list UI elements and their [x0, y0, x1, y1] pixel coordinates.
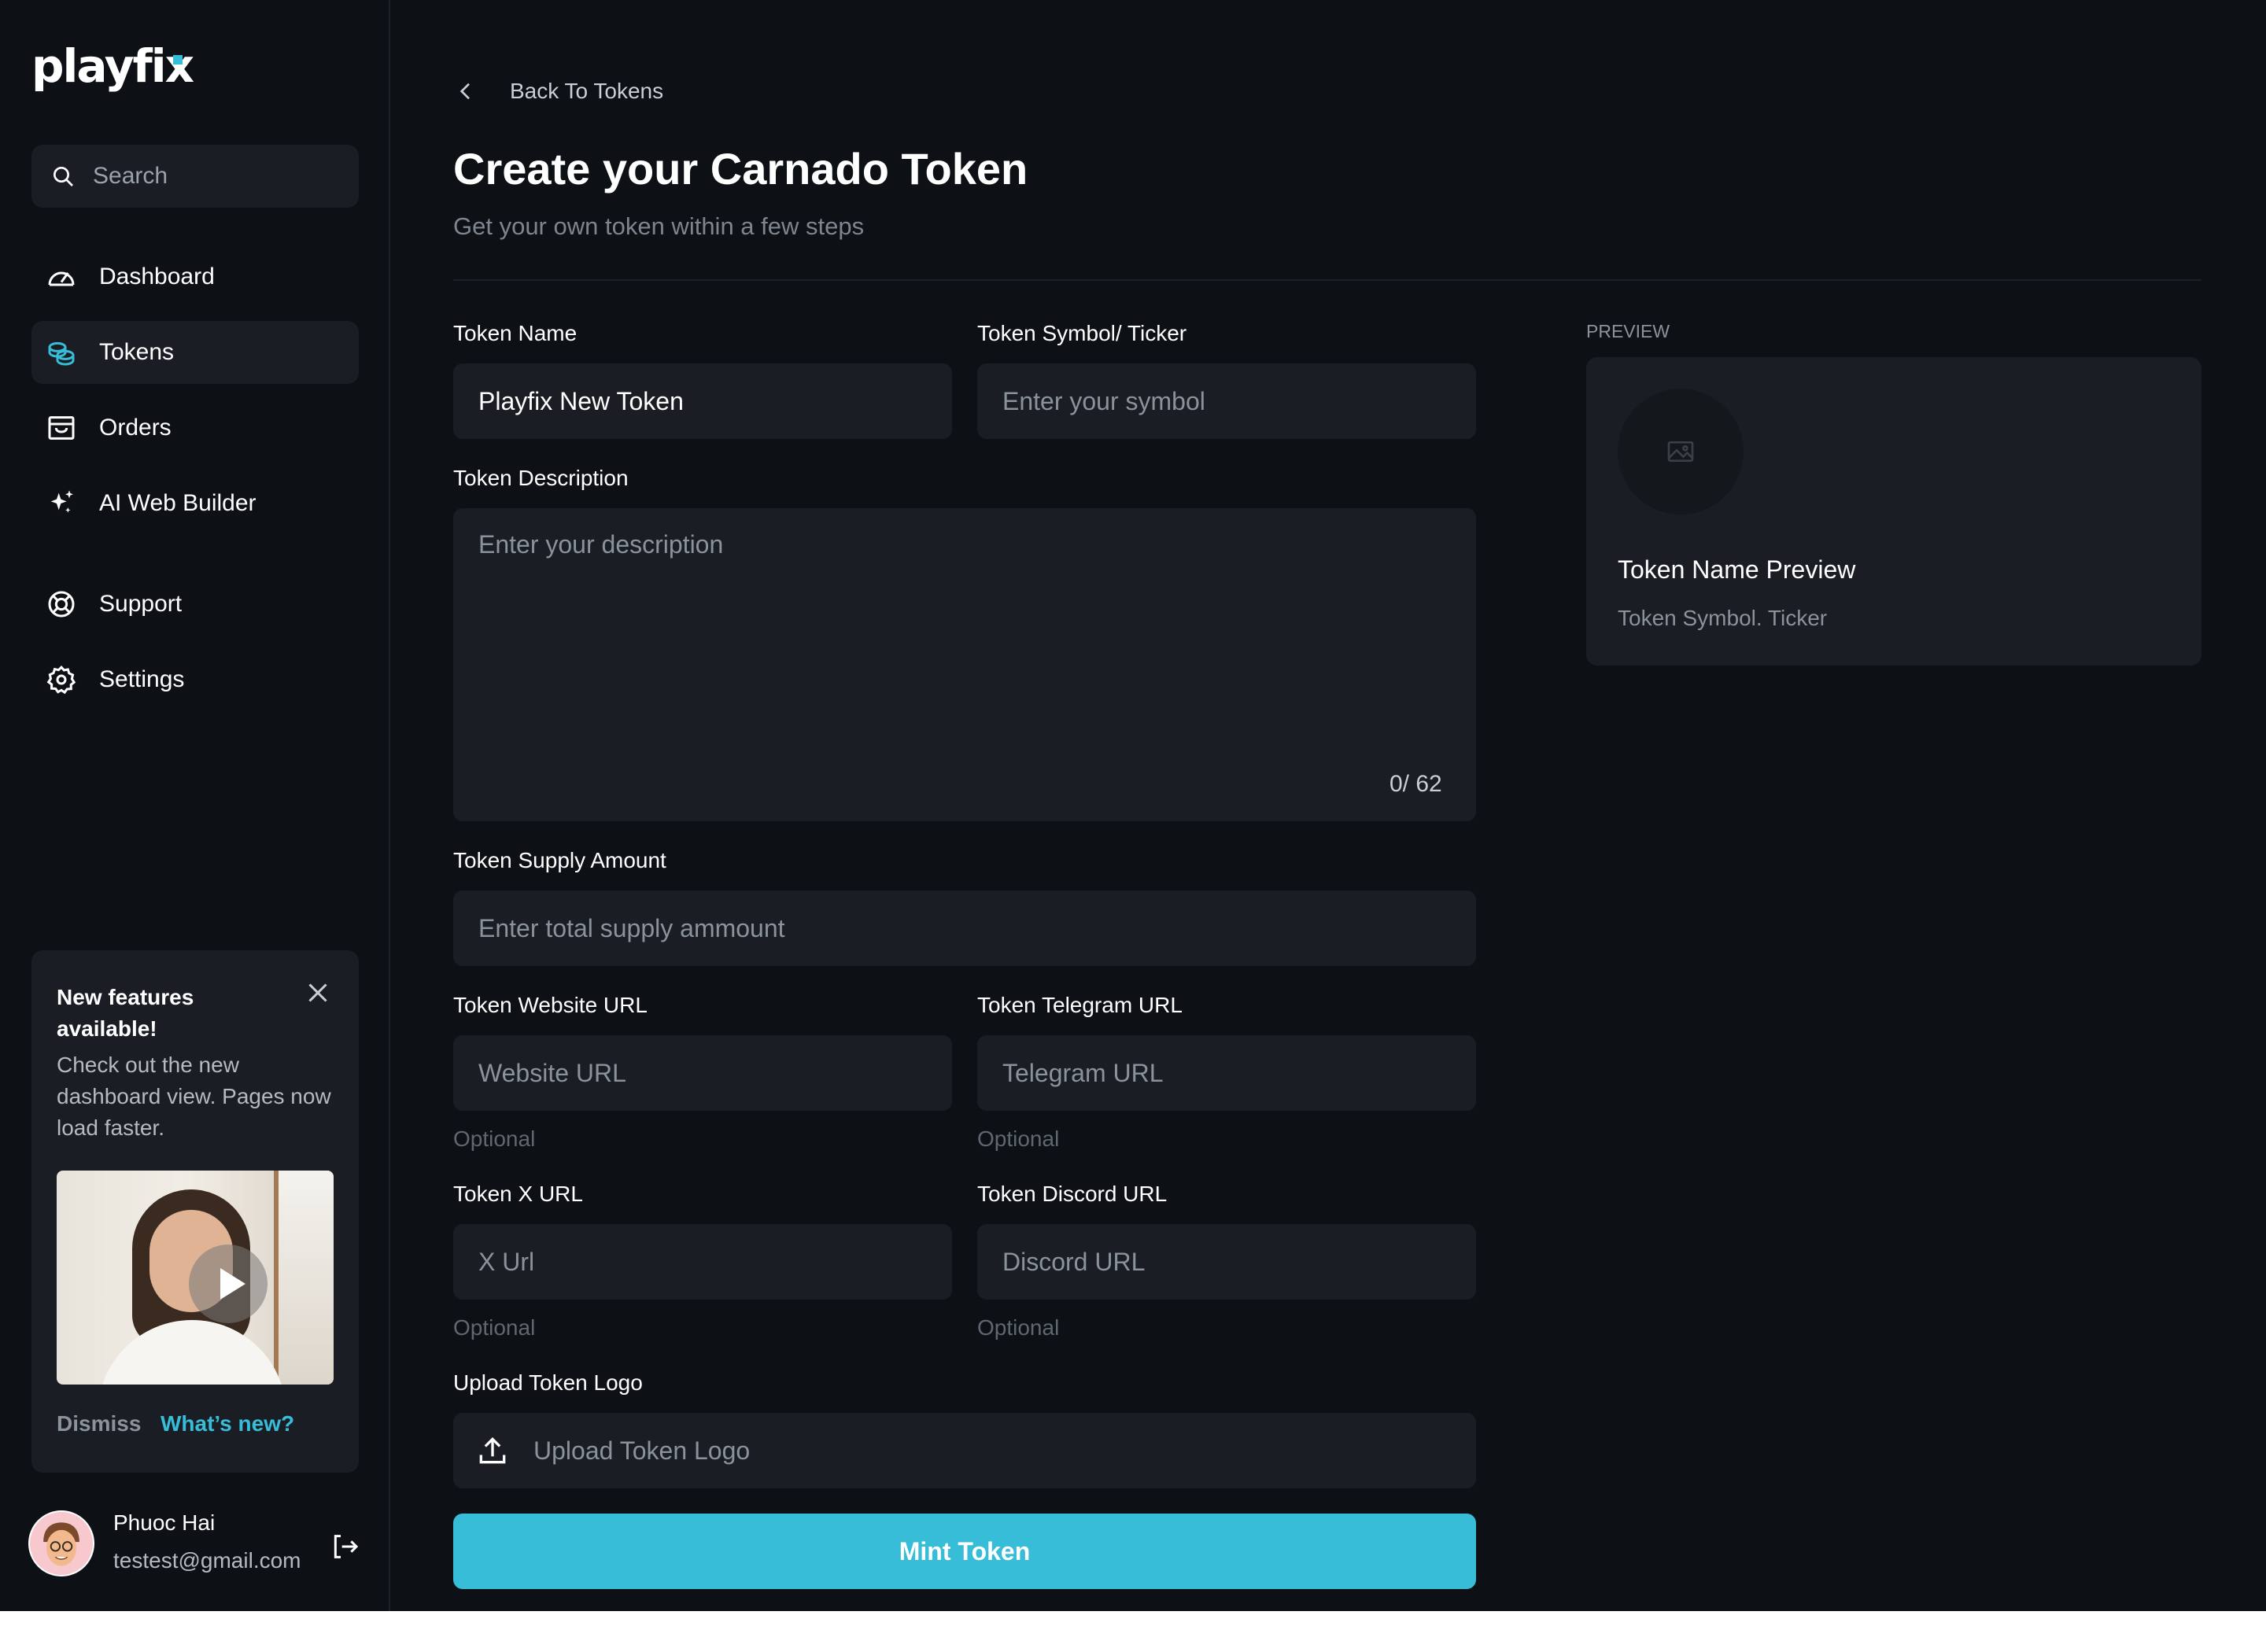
token-website-input[interactable]: [453, 1035, 952, 1111]
upload-button-label: Upload Token Logo: [533, 1436, 751, 1465]
sidebar-search[interactable]: [31, 145, 359, 208]
sidebar-item-support[interactable]: Support: [31, 573, 359, 636]
token-discord-label: Token Discord URL: [977, 1182, 1168, 1206]
promo-video-thumbnail[interactable]: [57, 1171, 334, 1385]
avatar[interactable]: [28, 1510, 94, 1576]
token-telegram-label: Token Telegram URL: [977, 993, 1183, 1017]
token-name-label: Token Name: [453, 321, 578, 345]
close-icon[interactable]: [304, 979, 332, 1007]
sidebar-item-label: AI Web Builder: [99, 490, 256, 516]
token-preview-card: Token Name Preview Token Symbol. Ticker: [1586, 357, 2201, 666]
main-content: Back To Tokens Create your Carnado Token…: [390, 0, 2266, 1611]
upload-logo-button[interactable]: Upload Token Logo: [453, 1413, 1476, 1488]
sidebar: playfix Dashboard Tokens Orders AI Web B…: [0, 0, 390, 1611]
page-subtitle: Get your own token within a few steps: [453, 212, 865, 240]
logout-icon[interactable]: [329, 1531, 360, 1562]
dismiss-link[interactable]: Dismiss: [57, 1411, 141, 1436]
back-label: Back To Tokens: [510, 79, 664, 103]
preview-token-name: Token Name Preview: [1618, 555, 1856, 584]
archive-box-icon: [48, 416, 75, 440]
new-features-card: New features available! Check out the ne…: [31, 950, 359, 1473]
playfix-logo[interactable]: playfix: [31, 39, 194, 93]
sidebar-item-label: Dashboard: [99, 264, 215, 289]
chevron-left-icon: [459, 83, 470, 100]
header-divider: [453, 279, 2201, 281]
lifebuoy-icon: [48, 591, 75, 618]
sidebar-item-ai-web-builder[interactable]: AI Web Builder: [31, 472, 359, 535]
telegram-optional-hint: Optional: [977, 1127, 1060, 1151]
preview-section-label: PREVIEW: [1586, 321, 1670, 341]
token-telegram-input[interactable]: [977, 1035, 1476, 1111]
image-placeholder-icon: [1667, 441, 1694, 462]
coins-icon: [48, 341, 75, 366]
video-person-body: [98, 1320, 286, 1385]
sparkles-icon: [50, 490, 73, 513]
gear-icon: [46, 665, 76, 695]
sidebar-item-dashboard[interactable]: Dashboard: [31, 245, 359, 308]
sidebar-item-label: Settings: [99, 666, 185, 692]
promo-title: New features available!: [57, 985, 194, 1041]
preview-logo-placeholder: [1618, 389, 1744, 514]
user-name: Phuoc Hai: [113, 1510, 216, 1535]
video-window-decor: [274, 1171, 334, 1385]
search-input[interactable]: [91, 162, 346, 190]
token-symbol-label: Token Symbol/ Ticker: [977, 321, 1187, 345]
token-name-input[interactable]: [453, 363, 952, 439]
token-x-input[interactable]: [453, 1224, 952, 1300]
whats-new-link[interactable]: What’s new?: [161, 1411, 294, 1436]
user-profile: Phuoc Hai testest@gmail.com: [28, 1510, 367, 1581]
mint-token-button[interactable]: Mint Token: [453, 1514, 1476, 1589]
description-char-counter: 0/ 62: [1389, 771, 1442, 797]
sidebar-item-label: Orders: [99, 415, 172, 441]
app-window: playfix Dashboard Tokens Orders AI Web B…: [0, 0, 2266, 1611]
website-optional-hint: Optional: [453, 1127, 536, 1151]
user-email: testest@gmail.com: [113, 1548, 301, 1573]
token-description-label: Token Description: [453, 466, 629, 490]
sidebar-item-label: Tokens: [99, 339, 175, 365]
back-to-tokens-link[interactable]: Back To Tokens: [453, 79, 663, 104]
upload-logo-label: Upload Token Logo: [453, 1370, 643, 1395]
token-symbol-input[interactable]: [977, 363, 1476, 439]
logo-accent-dot: [173, 55, 183, 65]
sidebar-item-tokens[interactable]: Tokens: [31, 321, 359, 384]
sidebar-item-label: Support: [99, 591, 183, 617]
memoji-avatar-icon: [43, 1522, 79, 1566]
token-x-label: Token X URL: [453, 1182, 583, 1206]
token-supply-label: Token Supply Amount: [453, 848, 666, 872]
token-supply-input[interactable]: [453, 891, 1476, 966]
token-description-textarea[interactable]: [453, 508, 1476, 821]
dashboard-gauge-icon: [48, 271, 75, 286]
sidebar-item-settings[interactable]: Settings: [31, 648, 359, 711]
promo-text: Check out the new dashboard view. Pages …: [57, 1053, 331, 1140]
sidebar-item-orders[interactable]: Orders: [31, 396, 359, 459]
token-discord-input[interactable]: [977, 1224, 1476, 1300]
preview-token-ticker: Token Symbol. Ticker: [1618, 606, 1828, 630]
page-title: Create your Carnado Token: [453, 144, 1028, 194]
upload-icon: [479, 1436, 506, 1464]
play-icon[interactable]: [189, 1245, 268, 1323]
discord-optional-hint: Optional: [977, 1315, 1060, 1340]
search-icon: [54, 167, 73, 186]
x-optional-hint: Optional: [453, 1315, 536, 1340]
token-website-label: Token Website URL: [453, 993, 648, 1017]
